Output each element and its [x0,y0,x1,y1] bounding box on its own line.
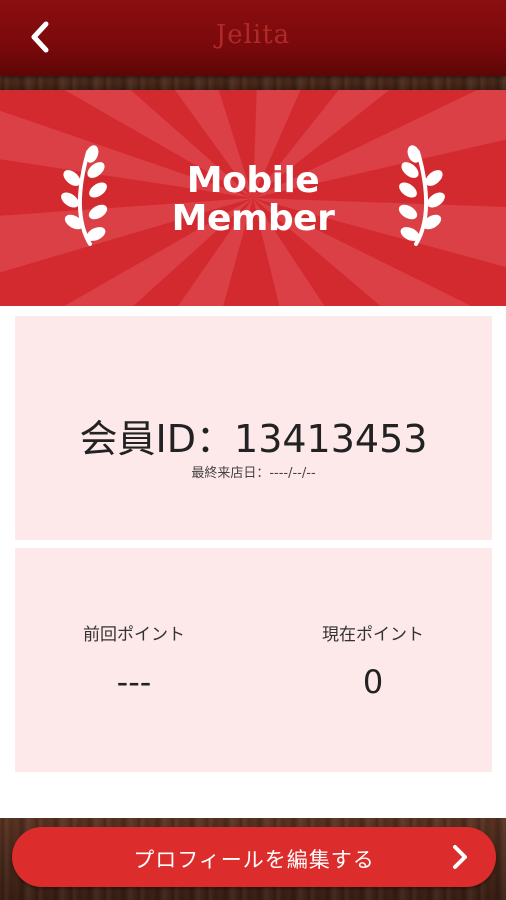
previous-points-label: 前回ポイント [83,625,185,645]
banner-title-line2: Member [171,198,335,239]
member-id: 会員ID：13413453 [79,417,428,461]
current-points-label: 現在ポイント [322,625,424,645]
points-card: 前回ポイント --- 現在ポイント 0 [15,548,492,772]
edit-profile-button[interactable]: プロフィールを編集する [12,827,496,887]
member-id-card: 会員ID：13413453 最終来店日：----/--/-- [15,316,492,540]
member-content: 会員ID：13413453 最終来店日：----/--/-- 前回ポイント --… [0,306,506,818]
current-points: 現在ポイント 0 [254,620,492,701]
chevron-right-icon [453,845,467,869]
wood-background-top [0,76,506,90]
app-header: Jelita [0,0,506,76]
current-points-value: 0 [362,663,384,701]
app-title: Jelita [215,20,291,50]
banner-title-line1: Mobile [186,160,320,201]
edit-profile-label: プロフィールを編集する [133,848,375,872]
previous-points: 前回ポイント --- [15,620,253,701]
last-visit-date: 最終来店日：----/--/-- [191,466,316,481]
previous-points-value: --- [116,663,152,701]
banner-title: Mobile Member [0,162,506,238]
mobile-member-banner: Mobile Member [0,90,506,306]
